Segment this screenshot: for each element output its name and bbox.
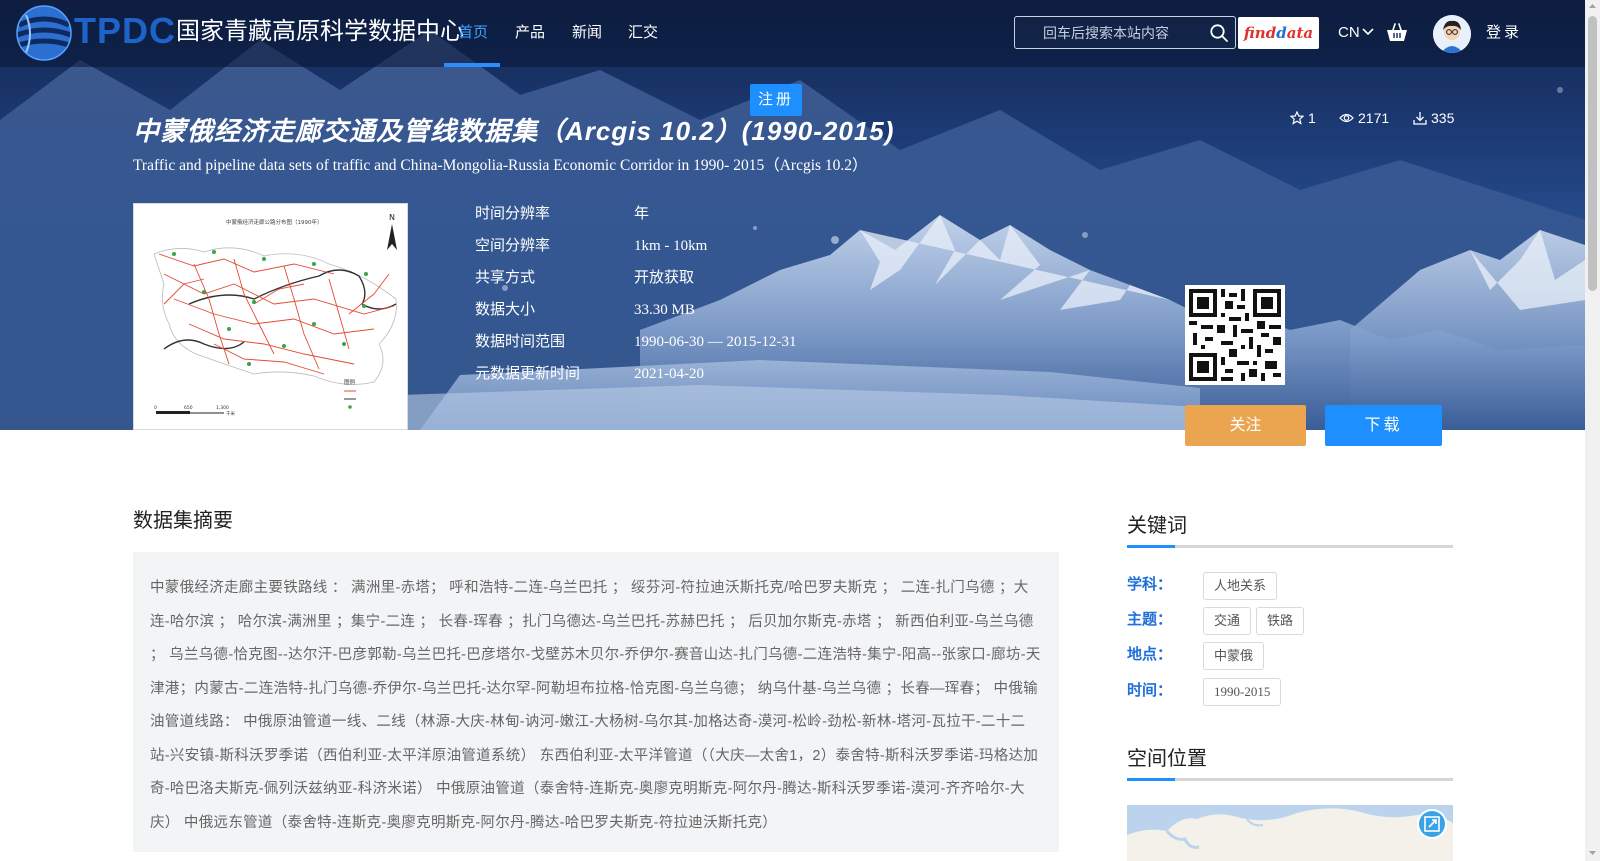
thumbnail-map-title: 中蒙俄经济走廊公路分布图（1990年） [226, 218, 323, 226]
login-link[interactable]: 登录 [1486, 22, 1522, 44]
star-icon [1289, 110, 1305, 125]
thumbnail-scale-unit: 千米 [226, 410, 235, 417]
meta-key: 数据时间范围 [475, 333, 566, 350]
dataset-title-cn: 中蒙俄经济走廊交通及管线数据集（Arcgis 10.2）(1990-2015) [133, 116, 895, 146]
follow-button[interactable]: 关注 [1185, 405, 1306, 446]
nav-products[interactable]: 产品 [515, 22, 545, 44]
meta-value: 1990-06-30 — 2015-12-31 [634, 334, 797, 350]
download-button[interactable]: 下载 [1325, 405, 1442, 446]
meta-row-time-range: 数据时间范围 1990-06-30 — 2015-12-31 [475, 331, 895, 353]
nav-submit[interactable]: 汇交 [628, 22, 658, 44]
page: TPDC 国家青藏高原科学数据中心 首页 产品 新闻 汇交 finddata C… [0, 0, 1600, 861]
scroll-up-icon[interactable] [1588, 2, 1597, 11]
avatar[interactable] [1433, 15, 1471, 53]
findata-button[interactable]: finddata [1238, 17, 1319, 49]
globe-logo-icon[interactable] [14, 3, 74, 63]
keyword-tag[interactable]: 1990-2015 [1203, 678, 1282, 706]
meta-key: 数据大小 [475, 301, 536, 318]
meta-value: 1km - 10km [634, 238, 708, 254]
expand-map-button[interactable] [1417, 809, 1447, 839]
search-icon[interactable] [1209, 23, 1229, 43]
keywords-divider [1127, 545, 1453, 548]
language-switch[interactable]: CN [1338, 22, 1360, 44]
thumbnail-scale-2: 1,300 [216, 405, 229, 411]
findata-label-2: ata [1286, 24, 1314, 42]
keyword-tag[interactable]: 交通 [1203, 607, 1252, 635]
view-count: 2171 [1339, 108, 1389, 128]
star-count[interactable]: 1 [1289, 108, 1316, 128]
meta-key: 元数据更新时间 [475, 365, 581, 382]
meta-value: 开放获取 [634, 270, 695, 286]
meta-value: 33.30 MB [634, 302, 695, 318]
thumbnail-legend-title: 图例 [344, 378, 356, 386]
keyword-tag[interactable]: 人地关系 [1203, 572, 1278, 600]
download-count: 335 [1413, 108, 1454, 128]
meta-value: 年 [634, 206, 650, 222]
qr-code-icon [1185, 285, 1285, 385]
keywords-heading: 关键词 [1127, 515, 1187, 537]
keyword-label-discipline: 学科： [1127, 576, 1173, 593]
spatial-map[interactable] [1127, 805, 1453, 861]
meta-row-spatial-resolution: 空间分辨率 1km - 10km [475, 235, 895, 257]
meta-row-time-resolution: 时间分辨率 年 [475, 203, 895, 225]
abstract-text: 中蒙俄经济走廊主要铁路线 ： 满洲里-赤塔； 呼和浩特-二连-乌兰巴托 ； 绥芬… [150, 580, 1041, 831]
findata-label-d: d [1276, 24, 1287, 42]
cart-icon[interactable] [1386, 22, 1408, 42]
meta-value: 2021-04-20 [634, 366, 704, 382]
thumbnail-scale-1: 650 [184, 405, 193, 411]
top-navbar: TPDC 国家青藏高原科学数据中心 首页 产品 新闻 汇交 finddata C… [0, 0, 1585, 67]
eye-icon [1339, 113, 1354, 123]
findata-label-1: find [1243, 24, 1277, 42]
nav-news[interactable]: 新闻 [572, 22, 602, 44]
nav-active-indicator [444, 63, 500, 67]
logo-wordmark[interactable]: TPDC [74, 9, 176, 53]
expand-map-icon [1419, 811, 1445, 837]
star-count-value: 1 [1308, 110, 1316, 126]
keyword-label-place: 地点： [1127, 646, 1173, 663]
abstract-heading: 数据集摘要 [133, 510, 233, 532]
search-box [1014, 16, 1236, 49]
meta-row-sharing: 共享方式 开放获取 [475, 267, 895, 289]
meta-key: 共享方式 [475, 269, 536, 286]
keyword-label-time: 时间： [1127, 682, 1173, 699]
view-count-value: 2171 [1358, 110, 1390, 126]
meta-key: 空间分辨率 [475, 237, 551, 254]
abstract-panel: 中蒙俄经济走廊主要铁路线 ： 满洲里-赤塔； 呼和浩特-二连-乌兰巴托 ； 绥芬… [133, 552, 1059, 852]
meta-row-data-size: 数据大小 33.30 MB [475, 299, 895, 321]
thumbnail-map: 中蒙俄经济走廊公路分布图（1990年） N 图例 0 650 1,300 千米 [134, 204, 407, 429]
meta-row-updated: 元数据更新时间 2021-04-20 [475, 363, 895, 385]
nav-home[interactable]: 首页 [458, 22, 488, 44]
meta-key: 时间分辨率 [475, 205, 551, 222]
spatial-divider [1127, 778, 1453, 781]
thumbnail-scale-0: 0 [154, 405, 157, 411]
spatial-map-tiles [1127, 805, 1453, 861]
download-icon [1413, 112, 1427, 125]
keyword-tag[interactable]: 中蒙俄 [1203, 642, 1265, 670]
scroll-down-icon[interactable] [1588, 848, 1597, 857]
search-input[interactable] [1023, 17, 1203, 48]
thumbnail-north-label: N [389, 213, 395, 222]
download-count-value: 335 [1431, 110, 1455, 126]
spatial-heading: 空间位置 [1127, 748, 1207, 770]
scrollbar-thumb[interactable] [1588, 16, 1597, 291]
site-name[interactable]: 国家青藏高原科学数据中心 [176, 17, 464, 47]
user-avatar-icon [1433, 15, 1471, 53]
keyword-label-theme: 主题： [1127, 611, 1173, 628]
dataset-thumbnail[interactable]: 中蒙俄经济走廊公路分布图（1990年） N 图例 0 650 1,300 千米 [133, 203, 408, 430]
chevron-down-icon[interactable] [1362, 28, 1374, 36]
page-scrollbar[interactable] [1585, 0, 1600, 861]
keyword-tag[interactable]: 铁路 [1256, 607, 1305, 635]
dataset-title-en: Traffic and pipeline data sets of traffi… [133, 157, 868, 174]
